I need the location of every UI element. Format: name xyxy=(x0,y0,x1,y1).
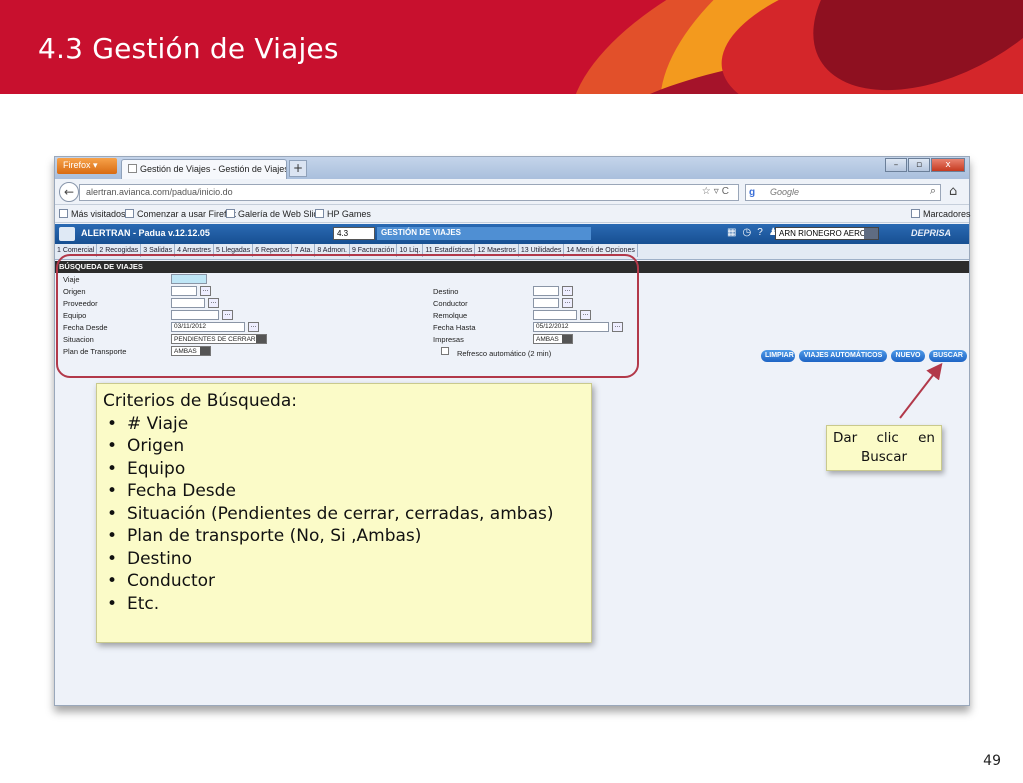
browser-tab[interactable]: Gestión de Viajes - Gestión de Viajes xyxy=(121,159,287,179)
list-item: Situación (Pendientes de cerrar, cerrada… xyxy=(103,503,585,526)
bookmark-star-icon[interactable]: ☆▿C xyxy=(702,186,732,197)
search-placeholder: Google xyxy=(770,187,800,197)
slide-header: 4.3 Gestión de Viajes xyxy=(0,0,1023,94)
chevron-down-icon xyxy=(864,228,878,239)
firefox-menu-button[interactable]: Firefox ▾ xyxy=(57,158,117,174)
list-item: Plan de transporte (No, Si ,Ambas) xyxy=(103,525,585,548)
window-controls: – ▫ x xyxy=(885,158,965,172)
list-item: Equipo xyxy=(103,458,585,481)
limpiar-button[interactable]: LIMPIAR xyxy=(761,350,795,362)
station-select[interactable]: ARN RIONEGRO AEROP xyxy=(775,227,879,240)
nuevo-button[interactable]: NUEVO xyxy=(891,350,925,362)
home-icon[interactable]: ⌂ xyxy=(949,184,957,199)
note-heading: Criterios de Búsqueda: xyxy=(103,391,297,411)
list-item: # Viaje xyxy=(103,413,585,436)
page-number: 49 xyxy=(983,753,1001,769)
bookmark-most-visited[interactable]: Más visitados xyxy=(59,209,126,219)
list-item: Etc. xyxy=(103,593,585,616)
form-highlight-box xyxy=(56,254,639,378)
bookmark-icon xyxy=(59,209,68,218)
truck-logo-icon xyxy=(59,227,75,241)
app-header: ALERTRAN - Padua v.12.12.05 4.3 GESTIÓN … xyxy=(55,224,969,244)
bookmark-web-slice[interactable]: Galería de Web Slice xyxy=(226,209,323,219)
list-item: Origen xyxy=(103,435,585,458)
slide-title: 4.3 Gestión de Viajes xyxy=(38,32,339,65)
buscar-callout: Dar clic en Buscar xyxy=(826,425,942,471)
bookmarks-menu-icon xyxy=(911,209,920,218)
search-box[interactable]: g Google ⌕ xyxy=(745,184,941,201)
bookmark-hp-games[interactable]: HP Games xyxy=(315,209,371,219)
google-icon: g xyxy=(749,187,756,198)
criteria-list: # Viaje Origen Equipo Fecha Desde Situac… xyxy=(103,413,585,616)
maximize-button[interactable]: ▫ xyxy=(908,158,930,172)
search-icon[interactable]: ⌕ xyxy=(930,185,936,198)
firefox-icon xyxy=(125,209,134,218)
tab-bar: Firefox ▾ Gestión de Viajes - Gestión de… xyxy=(55,157,969,179)
back-arrow-icon[interactable]: ← xyxy=(59,182,79,202)
new-tab-button[interactable]: + xyxy=(289,160,307,177)
brand-logo: DEPRISA xyxy=(911,228,952,238)
web-slice-icon xyxy=(226,209,235,218)
bookmark-getting-started[interactable]: Comenzar a usar Firefox xyxy=(125,209,236,219)
module-code-input[interactable]: 4.3 xyxy=(333,227,375,240)
help-icon[interactable]: ? xyxy=(757,227,769,238)
module-title: GESTIÓN DE VIAJES xyxy=(377,227,591,240)
clock-icon[interactable]: ◷ xyxy=(742,227,757,238)
list-item: Fecha Desde xyxy=(103,480,585,503)
page-icon xyxy=(315,209,324,218)
viajes-automaticos-button[interactable]: VIAJES AUTOMÁTICOS xyxy=(799,350,887,362)
app-name: ALERTRAN - Padua v.12.12.05 xyxy=(81,228,210,238)
url-text: alertran.avianca.com/padua/inicio.do xyxy=(86,187,233,197)
navigation-bar: ← alertran.avianca.com/padua/inicio.do ☆… xyxy=(55,179,969,205)
bookmarks-menu[interactable]: Marcadores xyxy=(911,209,971,219)
address-bar[interactable]: alertran.avianca.com/padua/inicio.do ☆▿C xyxy=(79,184,739,201)
criteria-note: Criterios de Búsqueda: # Viaje Origen Eq… xyxy=(96,383,592,643)
calendar-icon[interactable]: ▦ xyxy=(727,227,742,238)
close-button[interactable]: x xyxy=(931,158,965,172)
page-favicon-icon xyxy=(128,164,137,173)
bookmarks-bar: Más visitados Comenzar a usar Firefox Ga… xyxy=(55,205,971,223)
tab-title: Gestión de Viajes - Gestión de Viajes xyxy=(140,164,287,174)
list-item: Conductor xyxy=(103,570,585,593)
minimize-button[interactable]: – xyxy=(885,158,907,172)
callout-line2: Buscar xyxy=(860,449,908,465)
buscar-button[interactable]: BUSCAR xyxy=(929,350,967,362)
list-item: Destino xyxy=(103,548,585,571)
